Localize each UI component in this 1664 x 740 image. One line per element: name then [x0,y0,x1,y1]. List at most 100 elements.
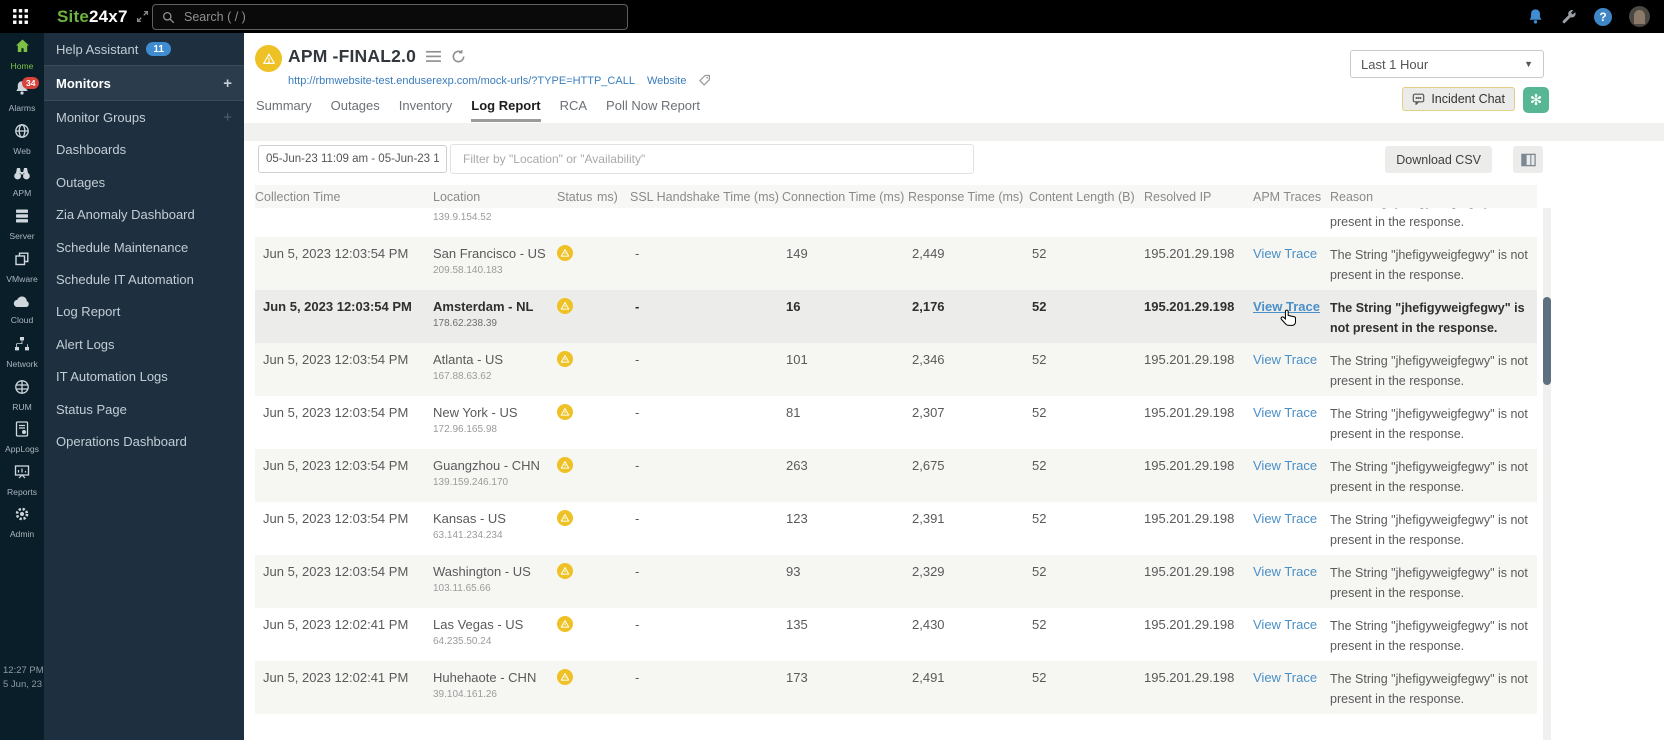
monitor-tabs: Summary Outages Inventory Log Report RCA Poll… [256,98,700,122]
rail-item-web[interactable]: Web [0,118,44,161]
vertical-scrollbar[interactable] [1543,208,1551,740]
resolved-ip: 195.201.29.198 [1144,352,1235,367]
view-trace-link[interactable]: View Trace [1253,458,1317,473]
column-header-ms-[interactable]: ms) [597,190,630,204]
connection-time: 173 [786,670,808,685]
sidebar-item-log-report[interactable]: Log Report [44,296,244,328]
apm-icon [13,166,31,186]
tools-wrench-icon[interactable] [1561,9,1577,25]
content-length: 52 [1032,299,1047,314]
column-header-content-length-b-[interactable]: Content Length (B) [1029,190,1144,204]
view-trace-link[interactable]: View Trace [1253,564,1317,579]
search-input[interactable] [182,9,586,25]
ssl-handshake-time: - [635,511,640,526]
hamburger-menu-icon[interactable] [426,50,441,63]
view-trace-link[interactable]: View Trace [1253,246,1317,261]
help-icon[interactable]: ? [1594,7,1612,26]
column-picker-button[interactable] [1513,146,1543,173]
rail-item-applogs[interactable]: AppLogs [0,416,44,459]
tab-summary[interactable]: Summary [256,98,312,122]
rail-item-alarms[interactable]: Alarms 34 [0,76,44,119]
site24x7-logo[interactable]: Site24x7 [57,7,128,27]
column-header-ssl-handshake-time-ms-[interactable]: SSL Handshake Time (ms) [630,190,782,204]
add-icon[interactable]: + [223,75,232,92]
view-trace-link[interactable]: View Trace [1253,670,1317,685]
column-header-response-time-ms-[interactable]: Response Time (ms) [908,190,1029,204]
filter-input[interactable] [450,144,974,174]
resolved-ip: 195.201.29.198 [1144,564,1235,579]
sidebar-item-monitors[interactable]: Monitors + [44,65,244,102]
view-trace-link[interactable]: View Trace [1253,405,1317,420]
sidebar-item-outages[interactable]: Outages [44,166,244,198]
sidebar-item-it-automation-logs[interactable]: IT Automation Logs [44,361,244,393]
table-columns-icon [1520,153,1536,166]
sidebar-item-schedule-maintenance[interactable]: Schedule Maintenance [44,231,244,263]
rail-item-apm[interactable]: APM [0,161,44,204]
column-header-connection-time-ms-[interactable]: Connection Time (ms) [782,190,908,204]
view-trace-link[interactable]: View Trace [1253,511,1317,526]
app-grid-icon[interactable] [12,8,29,25]
table-row-san-francisco-us: Jun 5, 2023 12:03:54 PM San Francisco - U… [255,237,1537,290]
view-trace-link[interactable]: View Trace [1253,617,1317,632]
column-header-reason[interactable]: Reason [1330,190,1537,204]
sidebar-item-help-assistant[interactable]: Help Assistant 11 [44,33,244,65]
tab-log-report[interactable]: Log Report [471,98,541,122]
column-header-resolved-ip[interactable]: Resolved IP [1144,190,1253,204]
trouble-status-icon [557,457,573,473]
rail-item-home[interactable]: Home [0,33,44,76]
trouble-status-icon [557,563,573,579]
sidebar-item-operations-dashboard[interactable]: Operations Dashboard [44,425,244,457]
ssl-handshake-time: - [635,458,640,473]
location-cell: Atlanta - US 167.88.63.62 [433,343,557,396]
apm-trace-cell: View Trace [1253,343,1330,396]
column-header-collection-time[interactable]: Collection Time [255,190,433,204]
incident-chat-button[interactable]: Incident Chat [1402,87,1515,111]
refresh-icon[interactable] [451,49,466,64]
sidebar-item-alert-logs[interactable]: Alert Logs [44,328,244,360]
tab-poll-now-report[interactable]: Poll Now Report [606,98,700,122]
monitor-type-link[interactable]: Website [647,75,687,87]
column-header-status[interactable]: Status [557,190,597,204]
column-header-apm-traces[interactable]: APM Traces [1253,190,1330,204]
sidebar-item-monitor-groups[interactable]: Monitor Groups + [44,101,244,133]
status-cell [557,661,597,714]
user-avatar[interactable] [1629,6,1650,27]
monitor-url-link[interactable]: http://rbmwebsite-test.enduserexp.com/mo… [288,75,635,87]
rail-item-vmware[interactable]: VMware [0,246,44,289]
date-range-input[interactable] [258,145,447,173]
global-search[interactable] [152,4,628,30]
tab-rca[interactable]: RCA [560,98,587,122]
resolved-ip: 195.201.29.198 [1144,458,1235,473]
expand-icon[interactable] [136,10,149,23]
notifications-bell-icon[interactable] [1527,8,1544,25]
apm-trace-cell: View Trace [1253,661,1330,714]
status-cell [557,237,597,290]
rail-item-cloud[interactable]: Cloud [0,289,44,332]
tag-icon[interactable] [698,74,711,87]
sidebar-item-status-page[interactable]: Status Page [44,393,244,425]
content-length: 52 [1032,352,1047,367]
table-row-amsterdam-nl: Jun 5, 2023 12:03:54 PM Amsterdam - NL 178… [255,290,1537,343]
rail-item-server[interactable]: Server [0,203,44,246]
status-cell [557,608,597,661]
sidebar-item-zia-anomaly-dashboard[interactable]: Zia Anomaly Dashboard [44,199,244,231]
sidebar-item-schedule-it-automation[interactable]: Schedule IT Automation [44,263,244,295]
connection-time: 216 [782,208,908,237]
rail-item-reports[interactable]: Reports [0,459,44,502]
download-csv-button[interactable]: Download CSV [1385,146,1492,173]
reason-cell: The String "jhefigyweigfegwy" is not pre… [1330,566,1528,600]
rail-item-admin[interactable]: Admin [0,502,44,545]
column-header-location[interactable]: Location [433,190,557,204]
sidebar-item-dashboards[interactable]: Dashboards [44,134,244,166]
tab-outages[interactable]: Outages [331,98,380,122]
tab-inventory[interactable]: Inventory [399,98,452,122]
ai-assistant-button[interactable]: ✻ [1523,87,1549,113]
view-trace-link[interactable]: View Trace [1253,299,1320,314]
rail-item-rum[interactable]: RUM [0,374,44,417]
rail-item-network[interactable]: Network [0,331,44,374]
time-range-select[interactable]: Last 1 Hour ▼ [1350,50,1544,78]
resolved-ip: 195.201.29.198 [1144,246,1235,261]
view-trace-link[interactable]: View Trace [1253,352,1317,367]
add-icon[interactable]: + [223,109,232,126]
scrollbar-thumb[interactable] [1543,297,1551,385]
